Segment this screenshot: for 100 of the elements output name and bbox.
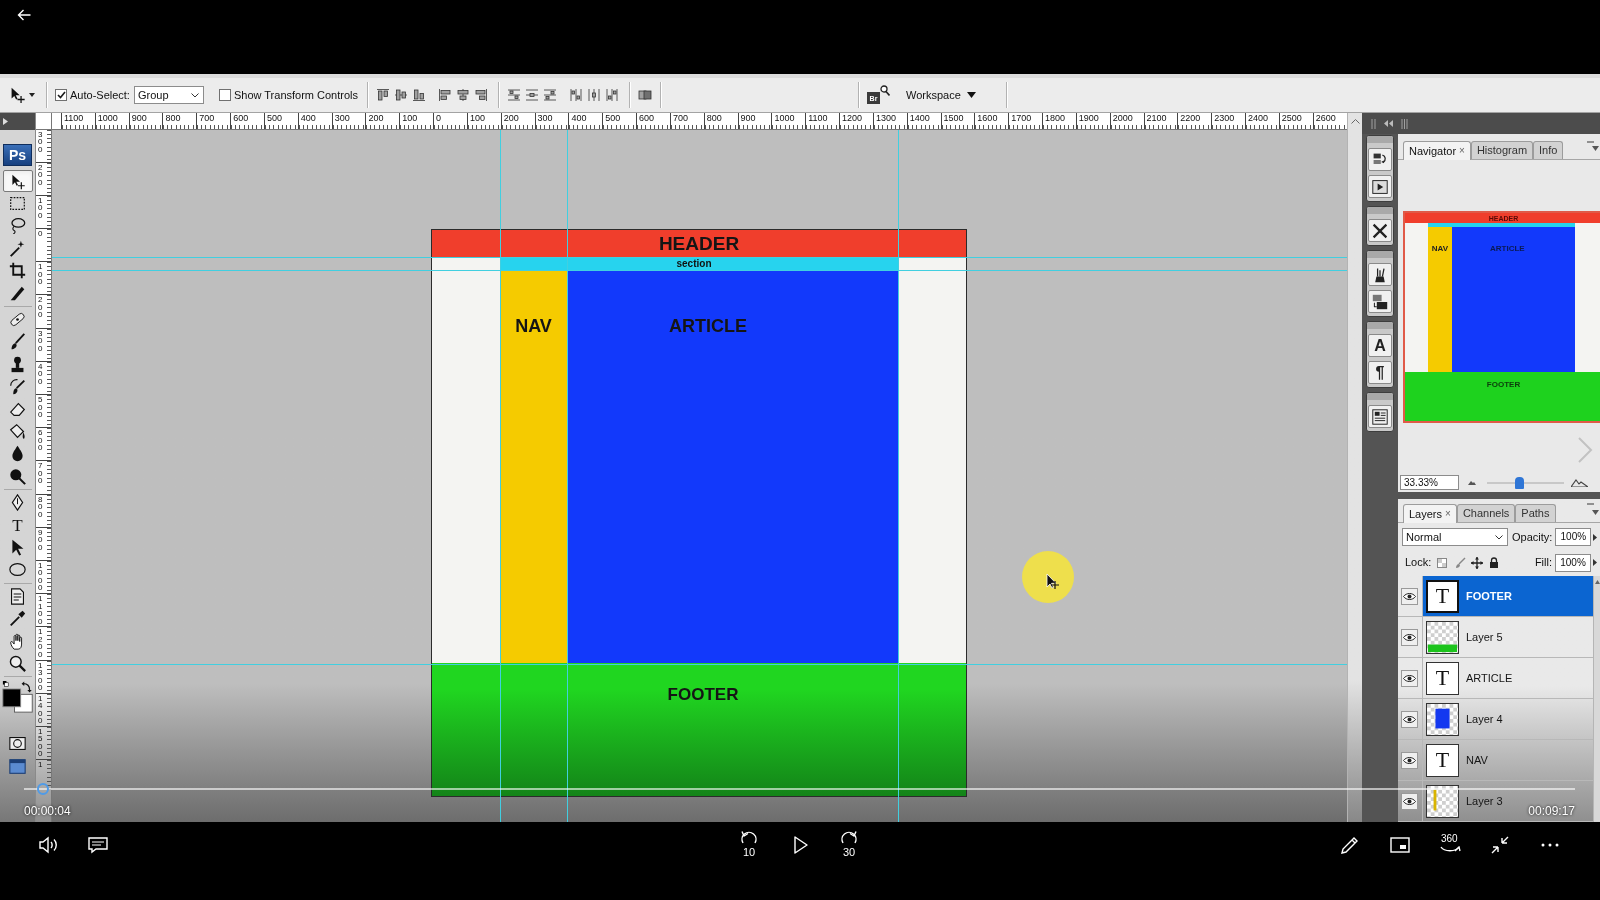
move-tool-button[interactable]: [2, 170, 33, 193]
ruler-label: 700: [38, 462, 43, 485]
layer-comps-icon: [1372, 408, 1388, 425]
dock-group-handle[interactable]: [1367, 251, 1393, 258]
ruler-label: 0: [38, 230, 43, 238]
transparency-lock-icon[interactable]: [1437, 557, 1448, 568]
preview-footer-label: FOOTER: [1486, 381, 1521, 389]
play-box-icon: [1372, 178, 1388, 195]
layer-comps-button[interactable]: [1368, 405, 1392, 428]
chevron-down-icon: [190, 92, 199, 98]
dock-group-handle[interactable]: [1367, 322, 1393, 329]
panel-tab[interactable]: Channels: [1456, 504, 1516, 522]
layer-row[interactable]: Layer 5: [1422, 617, 1593, 657]
fill-label: Fill:: [1534, 555, 1552, 571]
slider-arrow-icon[interactable]: [1593, 533, 1598, 541]
eraser-icon: [9, 400, 26, 418]
elapsed-time: 00:00:04: [24, 804, 71, 818]
dock-group-handle[interactable]: [1367, 393, 1393, 400]
visibility-toggle[interactable]: [1401, 710, 1418, 728]
ruler-label: 200: [503, 113, 519, 123]
progress-track[interactable]: [24, 783, 1575, 795]
tool-presets-button[interactable]: [1368, 219, 1392, 242]
layer-row[interactable]: T ARTICLE: [1422, 658, 1593, 698]
ruler-label: 1300: [38, 661, 43, 692]
tab-close-button[interactable]: ×: [1445, 509, 1451, 519]
eyedropper-icon: [9, 610, 26, 628]
quick-mask-icon: [9, 735, 26, 753]
rewind-button[interactable]: 10: [733, 829, 765, 861]
expand-arrow-icon[interactable]: [3, 118, 8, 125]
clone-source-button[interactable]: [1368, 290, 1392, 313]
character-panel-button[interactable]: A: [1368, 334, 1392, 357]
scroll-up-arrow-icon[interactable]: [1594, 580, 1600, 584]
transform-controls-checkbox[interactable]: [218, 89, 231, 101]
distribute-icon: [507, 88, 522, 102]
layer-row[interactable]: T NAV: [1422, 740, 1593, 780]
history-panel-button[interactable]: [1368, 148, 1392, 171]
dock-group-handle[interactable]: [1367, 136, 1393, 143]
slider-arrow-icon[interactable]: [1593, 559, 1597, 566]
color-swatches-button[interactable]: [0, 678, 35, 715]
panel-menu-icon[interactable]: [1592, 510, 1599, 515]
brush-lock-icon[interactable]: [1454, 556, 1467, 569]
visibility-toggle[interactable]: [1401, 792, 1418, 810]
distribute-icon: [543, 88, 558, 102]
panel-tab[interactable]: Paths: [1515, 504, 1556, 522]
ruler-label: 300: [38, 130, 43, 153]
visibility-toggle[interactable]: [1401, 587, 1418, 605]
align-icon: [474, 88, 489, 102]
move-lock-icon[interactable]: [1471, 556, 1484, 569]
header-label: HEADER: [658, 234, 740, 253]
grip-icon[interactable]: [1401, 118, 1408, 129]
zoom-slider[interactable]: [1487, 476, 1564, 489]
collapse-arrows-icon[interactable]: [1384, 120, 1393, 127]
paragraph-panel-button[interactable]: ¶: [1368, 361, 1392, 384]
layer-row[interactable]: Layer 4: [1422, 699, 1593, 739]
padlock-icon[interactable]: [1489, 557, 1500, 568]
visibility-toggle[interactable]: [1401, 751, 1418, 769]
panel-tab[interactable]: Histogram: [1470, 141, 1534, 159]
panel-tab[interactable]: Info: [1533, 141, 1564, 159]
auto-select-checkbox[interactable]: [55, 89, 67, 101]
type-layer-thumbnail: T: [1426, 743, 1459, 777]
dock-group-handle[interactable]: [1367, 207, 1393, 214]
auto-select-dropdown[interactable]: Group: [133, 86, 204, 104]
duration-time: 00:09:17: [1528, 804, 1575, 818]
progress-thumb[interactable]: [36, 783, 49, 795]
zoom-field[interactable]: 33.33%: [1400, 475, 1459, 490]
magic-wand-icon: [9, 239, 26, 257]
visibility-toggle[interactable]: [1401, 628, 1418, 646]
ruler-label: 2200: [1180, 113, 1201, 123]
layer-row[interactable]: T FOOTER: [1422, 576, 1593, 616]
panel-tab[interactable]: Navigator ×: [1403, 141, 1471, 160]
small-mountain-icon[interactable]: [1468, 480, 1476, 485]
blend-mode-dropdown[interactable]: Normal: [1402, 528, 1508, 546]
zoom-slider-thumb[interactable]: [1514, 476, 1524, 489]
ruler-label: 300: [334, 113, 350, 123]
visibility-toggle[interactable]: [1401, 669, 1418, 687]
section-label: section: [676, 258, 712, 269]
align-icon: [394, 88, 409, 102]
auto-align-icon: [638, 88, 653, 102]
app-logo: Ps: [3, 144, 32, 166]
forward-button[interactable]: 30: [833, 829, 865, 861]
fill-field[interactable]: 100%: [1555, 553, 1591, 572]
actions-panel-button[interactable]: [1368, 175, 1392, 198]
panel-tab[interactable]: Layers ×: [1403, 504, 1457, 523]
large-mountain-icon[interactable]: [1571, 478, 1588, 487]
grip-icon[interactable]: [1371, 118, 1376, 129]
ruler-label: 2600: [1315, 113, 1336, 123]
paint-bucket-icon: [9, 423, 26, 440]
eye-icon: [1403, 714, 1416, 724]
dodge-icon: [9, 467, 26, 485]
type-tool-button[interactable]: T: [2, 513, 33, 537]
ruler-label: 2400: [1248, 113, 1268, 123]
tab-close-button[interactable]: ×: [1459, 146, 1465, 156]
view-360-button[interactable]: 360: [1434, 829, 1466, 861]
ellipse-icon: [9, 561, 26, 579]
brushes-panel-button[interactable]: [1368, 263, 1392, 286]
opacity-field[interactable]: 100%: [1555, 528, 1592, 546]
ruler-label: 700: [199, 113, 215, 123]
workspace-button[interactable]: Workspace: [906, 84, 976, 106]
speaker-icon: [37, 834, 59, 856]
panel-menu-icon[interactable]: [1592, 146, 1599, 151]
